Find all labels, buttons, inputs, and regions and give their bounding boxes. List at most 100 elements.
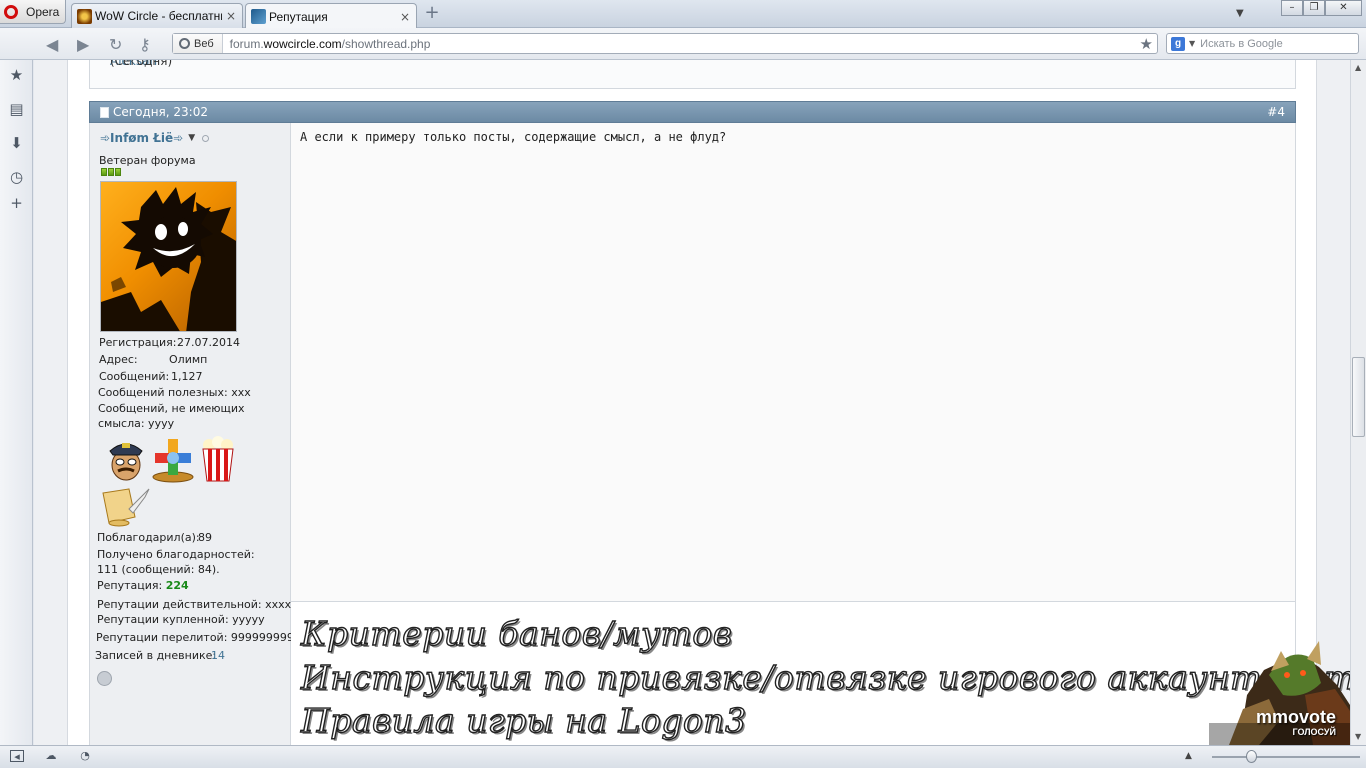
back-arrow-icon[interactable]: ◀ — [46, 35, 58, 54]
scroll-up-arrow-icon[interactable]: ▲ — [1355, 63, 1361, 72]
scrollbar-thumb[interactable] — [1352, 357, 1365, 437]
rep-bar-icon — [108, 168, 114, 176]
tab-wowcircle[interactable]: WoW Circle - бесплатны... × — [71, 3, 243, 28]
tab-reputation[interactable]: Репутация × — [245, 3, 417, 29]
posts-value: 1,127 — [171, 370, 203, 383]
username-text[interactable]: ➾Inføm Łiё➾ — [100, 131, 183, 145]
bookmark-star-icon[interactable]: ★ — [1140, 35, 1157, 53]
rep-bar-icon — [101, 168, 107, 176]
thanked-value: 89 — [198, 531, 212, 544]
address-field[interactable]: Веб forum.wowcircle.com/showthread.php ★ — [172, 33, 1158, 54]
rep-bar-icon — [115, 168, 121, 176]
reputation-bars — [101, 168, 121, 176]
tab-menu-chevron-icon[interactable]: ▼ — [1236, 8, 1244, 19]
globe-icon — [179, 38, 190, 49]
registration-value: 27.07.2014 — [177, 336, 240, 349]
signature-link-phone-binding[interactable]: Инструкция по привязке/отвязке игрового … — [300, 657, 1350, 697]
tab-label: WoW Circle - бесплатны... — [95, 9, 222, 23]
key-icon[interactable]: ⚷ — [139, 35, 151, 54]
forum-content-column: Aleksan (Сегодня) Сегодня, 23:02 #4 ➾Inf… — [67, 60, 1350, 745]
diary-value[interactable]: 14 — [211, 649, 225, 662]
google-icon[interactable]: g — [1171, 36, 1185, 51]
minimize-button[interactable]: – — [1281, 0, 1303, 16]
mmovote-logo-text: mmovote — [1255, 707, 1336, 727]
signature-link-logon-rules[interactable]: Правила игры на Logon3 — [300, 700, 746, 740]
reload-icon[interactable]: ↻ — [109, 35, 122, 54]
opera-menu-button[interactable]: Opera — [0, 0, 66, 24]
tab-close-icon[interactable]: × — [400, 10, 410, 24]
meaningless-posts: Сообщений, не имеющих смысла: yyyy — [98, 402, 245, 430]
vertical-scrollbar[interactable]: ▲ ▼ — [1350, 60, 1366, 745]
bookmarks-star-icon[interactable]: ★ — [8, 67, 25, 84]
thanked-label: Поблагодарил(а): — [97, 531, 200, 544]
restore-button[interactable]: ❐ — [1303, 0, 1325, 16]
scroll-down-arrow-icon[interactable]: ▼ — [1355, 732, 1361, 741]
search-engine-dropdown-icon[interactable]: ▼ — [1189, 39, 1195, 48]
close-window-button[interactable]: ✕ — [1325, 0, 1362, 16]
user-awards — [99, 435, 259, 530]
status-bar: ◂ ☁ ◔ ▲ — [0, 745, 1366, 768]
search-field[interactable]: g ▼ Искать в Google — [1166, 33, 1359, 54]
tab-label: Репутация — [269, 9, 328, 24]
diary-row: Записей в дневнике: 14 — [95, 649, 225, 662]
scroll-quill-award-icon[interactable] — [99, 485, 151, 527]
address-value: Олимп — [169, 353, 208, 366]
user-title: Ветеран форума — [99, 154, 196, 167]
post-user-info: ➾Inføm Łiё➾ ▼ Ветеран форума Регистрация… — [89, 123, 294, 745]
user-avatar[interactable] — [100, 181, 237, 332]
posts-label: Сообщений: — [99, 370, 170, 383]
tab-bar: Opera WoW Circle - бесплатны... × Репута… — [0, 0, 1366, 29]
user-menu-dropdown-icon[interactable]: ▼ — [188, 133, 195, 143]
offline-status-icon — [202, 134, 210, 142]
url-path: /showthread.php — [341, 36, 431, 51]
zoom-slider-track[interactable] — [1212, 756, 1360, 758]
downloads-icon[interactable]: ⬇ — [8, 135, 25, 152]
zoom-menu-arrow-icon[interactable]: ▲ — [1185, 751, 1192, 761]
opera-menu-label: Opera — [26, 4, 60, 19]
posts-row: Сообщений: 1,127 — [99, 370, 203, 383]
registration-row: Регистрация: 27.07.2014 — [99, 336, 240, 349]
post-page-icon — [100, 106, 109, 118]
mmovote-banner[interactable]: mmovote ГОЛОСУЙ — [1209, 625, 1350, 745]
reputation-label: Репутация: — [97, 579, 163, 592]
officer-award-icon[interactable] — [107, 435, 145, 483]
wowcircle-favicon-icon — [77, 8, 92, 24]
side-panel: ★ ▤ ⬇ ◷ + — [0, 60, 33, 745]
post-number-link[interactable]: #4 — [1267, 105, 1285, 119]
previous-post-suffix: (Сегодня) — [110, 60, 173, 68]
new-tab-button[interactable]: + — [422, 4, 442, 23]
opera-unite-cloud-icon[interactable]: ☁ — [44, 750, 58, 762]
post-header: Сегодня, 23:02 #4 — [89, 101, 1296, 123]
post-body: А если к примеру только посты, содержащи… — [291, 123, 1296, 601]
opera-logo-icon — [4, 4, 18, 19]
diary-label: Записей в дневнике: — [95, 649, 217, 662]
thanked-row: Поблагодарил(а): 89 — [97, 531, 212, 544]
web-mode-badge[interactable]: Веб — [173, 34, 223, 53]
add-panel-icon[interactable]: + — [8, 195, 25, 212]
puzzle-award-icon[interactable] — [151, 435, 195, 483]
web-mode-label: Веб — [194, 37, 214, 50]
signature-link-ban-criteria[interactable]: Критерии банов/мутов — [300, 613, 732, 653]
opera-turbo-gauge-icon[interactable]: ◔ — [78, 750, 92, 762]
post-date: Сегодня, 23:02 — [100, 105, 208, 119]
address-toolbar: ◀ ▶ ↻ ⚷ Веб forum.wowcircle.com/showthre… — [0, 28, 1366, 60]
forum-favicon-icon — [251, 9, 266, 24]
reputation-value: 224 — [165, 579, 189, 592]
panel-toggle-icon[interactable]: ◂ — [10, 750, 24, 763]
post-message: А если к примеру только посты, содержащи… — [300, 130, 727, 144]
post-signature: Критерии банов/мутов Инструкция по привя… — [291, 601, 1350, 745]
popcorn-award-icon[interactable] — [199, 435, 237, 483]
tab-close-icon[interactable]: × — [226, 9, 236, 23]
history-clock-icon[interactable]: ◷ — [8, 169, 25, 186]
zoom-slider-knob[interactable] — [1246, 750, 1257, 763]
reputation-real: Репутации действительной: xxxx — [97, 598, 292, 611]
forward-arrow-icon[interactable]: ▶ — [77, 35, 89, 54]
url-domain: wowcircle.com — [263, 36, 342, 51]
reputation-bought: Репутации купленной: yyyyy — [97, 613, 265, 626]
url-text[interactable]: forum.wowcircle.com/showthread.php — [223, 37, 1140, 51]
notes-icon[interactable]: ▤ — [8, 101, 25, 118]
address-row: Адрес: Олимп — [99, 353, 207, 366]
post-username[interactable]: ➾Inføm Łiё➾ ▼ — [100, 131, 210, 145]
private-message-icon[interactable] — [97, 671, 112, 686]
address-label: Адрес: — [99, 353, 138, 366]
